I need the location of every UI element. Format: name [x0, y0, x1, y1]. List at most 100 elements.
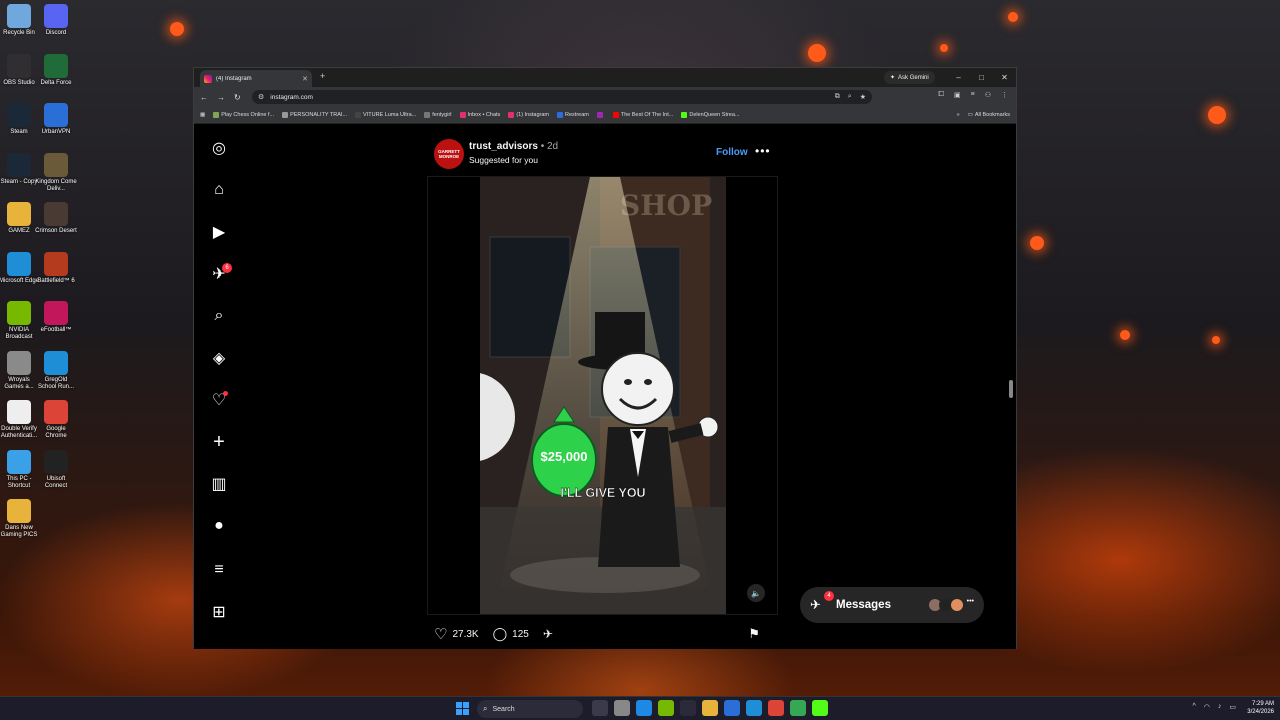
menu-icon[interactable]: ≡	[206, 557, 232, 583]
bookmark-star-icon[interactable]: ★	[860, 93, 866, 101]
messages-nav-icon[interactable]: ✈ 6	[206, 261, 232, 287]
scrollbar-thumb[interactable]	[1009, 380, 1013, 398]
browser-menu-icon[interactable]: ⋮	[1001, 91, 1008, 99]
notifications-heart-icon[interactable]: ♡	[206, 387, 232, 413]
reel-video[interactable]: SHOP $25,000 I'LL GIVE YOU 🔈	[427, 176, 778, 615]
volume-icon[interactable]: ♪	[1218, 703, 1222, 711]
follow-button[interactable]: Follow	[716, 147, 748, 158]
desktop-icon[interactable]: Steam	[0, 103, 38, 136]
explore-icon[interactable]: ◈	[206, 345, 232, 371]
taskbar-app-icon[interactable]	[768, 700, 784, 716]
taskbar-app-icon[interactable]	[636, 700, 652, 716]
page-scrollbar[interactable]	[1009, 125, 1014, 649]
desktop-icon[interactable]: NVIDIA Broadcast	[0, 301, 38, 341]
windows-start-icon[interactable]	[456, 702, 469, 715]
mute-toggle-icon[interactable]: 🔈	[747, 584, 765, 602]
bookmark-favicon-icon	[213, 112, 220, 118]
save-button[interactable]: ⚑	[748, 626, 760, 642]
bookmark-item[interactable]: (1) Instagram	[508, 112, 549, 118]
ask-gemini-button[interactable]: ✦ Ask Gemini	[884, 71, 935, 84]
more-options-icon[interactable]: •••	[755, 144, 771, 158]
desktop-icon[interactable]: Google Chrome	[37, 400, 75, 440]
create-plus-icon[interactable]: +	[206, 429, 232, 455]
network-icon[interactable]: ◠	[1204, 703, 1210, 711]
site-info-icon[interactable]: ⚙	[258, 93, 264, 101]
minimize-button[interactable]: –	[947, 68, 970, 87]
instagram-logo-icon[interactable]: ◎	[206, 135, 232, 161]
search-icon[interactable]: ⌕	[206, 303, 232, 329]
bookmark-item[interactable]: fentygirl	[424, 112, 452, 118]
also-from-meta-icon[interactable]: ⊞	[206, 599, 232, 625]
zoom-icon[interactable]: ⌕	[848, 93, 852, 101]
desktop-icon[interactable]: Double Verify Authenticati...	[0, 400, 38, 440]
bookmark-item[interactable]: VITURE Luma Ultra...	[355, 112, 416, 118]
maximize-button[interactable]: □	[970, 68, 993, 87]
desktop-icon[interactable]: Microsoft Edge	[0, 251, 40, 285]
taskbar-app-icon[interactable]	[790, 700, 806, 716]
desktop-icon[interactable]: Recycle Bin	[0, 4, 38, 37]
side-panel-icon[interactable]: ▣	[954, 91, 961, 99]
taskbar-app-icon[interactable]	[658, 700, 674, 716]
dashboard-icon[interactable]: ▥	[206, 471, 232, 497]
taskbar-app-icon[interactable]	[746, 700, 762, 716]
reload-icon[interactable]: ↻	[234, 93, 241, 102]
profile-icon[interactable]: ⚇	[985, 91, 991, 99]
taskbar-clock[interactable]: 7:29 AM 3/24/2026	[1247, 700, 1274, 716]
desktop-icon[interactable]: Dans New Gaming PICS	[0, 499, 38, 539]
bookmark-item[interactable]: Restream	[557, 112, 589, 118]
post-username[interactable]: trust_advisors • 2d	[469, 141, 558, 152]
desktop-icon[interactable]: Discord	[37, 4, 75, 37]
desktop-icon[interactable]: Crimson Desert	[35, 202, 77, 235]
install-app-icon[interactable]: ⧉	[835, 93, 840, 101]
profile-avatar-icon[interactable]: ●	[206, 513, 232, 539]
desktop-icon[interactable]: GregOld School Run...	[37, 350, 75, 391]
desktop-icon[interactable]: Battlefield™ 6	[37, 251, 75, 285]
desktop-icon[interactable]: This PC - Shortcut	[0, 449, 38, 490]
tray-chevron-icon[interactable]: ^	[1192, 703, 1195, 711]
desktop-icon[interactable]: Kingdom Come Deliv...	[35, 152, 77, 193]
close-window-button[interactable]: ✕	[993, 68, 1016, 87]
tab-close-icon[interactable]: ✕	[302, 75, 308, 83]
taskbar-app-icon[interactable]	[724, 700, 740, 716]
home-icon[interactable]: ⌂	[206, 177, 232, 203]
like-button[interactable]: ♡ 27.3K	[434, 625, 479, 643]
desktop-icon[interactable]: GAMEZ	[0, 202, 38, 235]
battery-icon[interactable]: ▭	[1229, 703, 1236, 711]
taskbar-app-icon[interactable]	[812, 700, 828, 716]
bookmark-item[interactable]	[596, 112, 605, 118]
taskbar-app-icon[interactable]	[592, 700, 608, 716]
bookmark-item[interactable]: PERSONALITY TRAI...	[282, 112, 347, 118]
new-tab-button[interactable]: +	[320, 71, 325, 81]
desktop-icon[interactable]: Delta Force	[37, 53, 75, 87]
tab-instagram[interactable]: (4) Instagram ✕	[200, 70, 312, 87]
desktop-icon-label: Microsoft Edge	[0, 277, 40, 284]
bookmark-item[interactable]: Inbox • Chats	[459, 112, 500, 118]
back-icon[interactable]: ←	[200, 93, 208, 102]
comment-button[interactable]: ◯ 125	[493, 626, 529, 642]
desktop-icon[interactable]: UrbanVPN	[37, 103, 75, 136]
taskbar-app-icon[interactable]	[680, 700, 696, 716]
address-bar[interactable]: ⚙ instagram.com ⧉ ⌕ ★	[252, 90, 872, 104]
desktop-icon[interactable]: eFootball™	[37, 301, 75, 334]
forward-icon[interactable]: →	[217, 93, 225, 102]
media-controls-icon[interactable]: ≡	[971, 91, 975, 99]
share-button[interactable]: ✈	[543, 627, 553, 641]
desktop-icon[interactable]: Wroyals Games a...	[0, 350, 38, 391]
post-author-avatar[interactable]: GARRETT MONROE	[434, 139, 464, 169]
messages-panel-button[interactable]: ✈ 4 Messages •••	[800, 587, 984, 623]
bookmark-item[interactable]: DelenQueen Strea...	[681, 112, 740, 118]
taskbar-app-icon[interactable]	[614, 700, 630, 716]
extensions-icon[interactable]: ⧠	[938, 91, 944, 99]
bookmark-item[interactable]: The Best Of The Int...	[612, 112, 673, 118]
taskbar-app-icon[interactable]	[702, 700, 718, 716]
reels-icon[interactable]: ▶	[206, 219, 232, 245]
more-bookmarks-icon[interactable]: »	[957, 112, 960, 118]
bookmark-item[interactable]: Play Chess Online f...	[213, 112, 274, 118]
desktop-icon[interactable]: OBS Studio	[0, 53, 38, 87]
taskbar-search[interactable]: ⌕ Search	[477, 700, 583, 718]
apps-icon[interactable]: ▦	[200, 112, 205, 118]
all-bookmarks-button[interactable]: ▭ All Bookmarks	[968, 112, 1010, 118]
desktop-icon[interactable]: Ubisoft Connect	[37, 449, 75, 490]
desktop-icon[interactable]: Steam - Copy	[0, 152, 38, 186]
username-text[interactable]: trust_advisors	[469, 141, 538, 152]
